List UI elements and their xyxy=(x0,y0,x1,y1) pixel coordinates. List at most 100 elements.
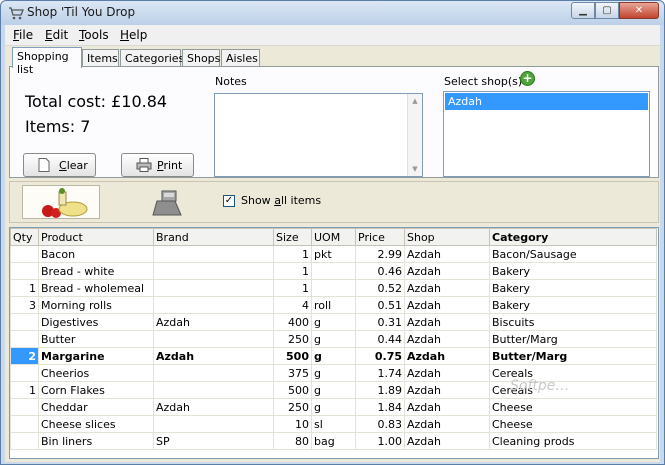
table-cell-price[interactable]: 0.31 xyxy=(355,313,405,331)
table-cell-category[interactable]: Bakery xyxy=(489,262,657,280)
table-cell-price[interactable]: 0.46 xyxy=(355,262,405,280)
table-cell-shop[interactable]: Azdah xyxy=(404,296,490,314)
table-cell-product[interactable]: Cheerios xyxy=(38,364,154,382)
table-cell-shop[interactable]: Azdah xyxy=(404,415,490,433)
table-row[interactable]: Bacon 1 pkt 2.99 Azdah Bacon/Sausage xyxy=(10,245,657,263)
table-cell-qty[interactable]: 3 xyxy=(10,296,39,314)
table-cell-uom[interactable]: g xyxy=(311,330,356,348)
add-shop-plus-icon[interactable]: + xyxy=(520,71,535,86)
table-cell-qty[interactable] xyxy=(10,415,39,433)
table-cell-size[interactable]: 400 xyxy=(273,313,312,331)
table-cell-brand[interactable] xyxy=(153,330,274,348)
table-cell-qty[interactable] xyxy=(10,330,39,348)
table-cell-uom[interactable]: g xyxy=(311,313,356,331)
table-cell-category[interactable]: Cheese xyxy=(489,398,657,416)
table-cell-brand[interactable] xyxy=(153,364,274,382)
table-cell-product[interactable]: Morning rolls xyxy=(38,296,154,314)
table-cell-category[interactable]: Bakery xyxy=(489,296,657,314)
table-cell-price[interactable]: 1.89 xyxy=(355,381,405,399)
table-cell-product[interactable]: Butter xyxy=(38,330,154,348)
table-cell-category[interactable]: Cheese xyxy=(489,415,657,433)
table-cell-uom[interactable]: bag xyxy=(311,432,356,450)
col-brand[interactable]: Brand xyxy=(153,228,274,246)
show-all-checkbox[interactable]: ✓ xyxy=(223,195,235,207)
table-cell-qty[interactable] xyxy=(10,398,39,416)
table-cell-size[interactable]: 500 xyxy=(273,381,312,399)
table-cell-qty[interactable] xyxy=(10,313,39,331)
table-cell-size[interactable]: 4 xyxy=(273,296,312,314)
shop-list-item[interactable]: Azdah xyxy=(445,93,648,110)
table-cell-product[interactable]: Cheese slices xyxy=(38,415,154,433)
tab-items[interactable]: Items xyxy=(82,49,119,67)
table-cell-qty[interactable]: 2 xyxy=(10,347,39,365)
table-cell-product[interactable]: Bacon xyxy=(38,245,154,263)
table-row[interactable]: Digestives Azdah 400 g 0.31 Azdah Biscuits xyxy=(10,313,657,331)
clear-button[interactable]: Clear xyxy=(23,153,96,177)
table-cell-qty[interactable] xyxy=(10,245,39,263)
table-cell-size[interactable]: 500 xyxy=(273,347,312,365)
table-cell-qty[interactable] xyxy=(10,432,39,450)
col-uom[interactable]: UOM xyxy=(311,228,356,246)
table-cell-shop[interactable]: Azdah xyxy=(404,381,490,399)
table-cell-brand[interactable] xyxy=(153,381,274,399)
scroll-up-arrow-icon[interactable]: ▲ xyxy=(408,94,422,108)
table-row[interactable]: 1 Bread - wholemeal 1 0.52 Azdah Bakery xyxy=(10,279,657,297)
table-cell-uom[interactable]: roll xyxy=(311,296,356,314)
table-cell-size[interactable]: 250 xyxy=(273,330,312,348)
table-cell-shop[interactable]: Azdah xyxy=(404,262,490,280)
table-cell-product[interactable]: Cheddar xyxy=(38,398,154,416)
table-cell-uom[interactable] xyxy=(311,262,356,280)
col-category[interactable]: Category xyxy=(489,228,657,246)
menu-tools[interactable]: Tools xyxy=(79,28,109,42)
close-button[interactable]: ✕ xyxy=(619,2,659,19)
col-qty[interactable]: Qty xyxy=(10,228,39,246)
col-product[interactable]: Product xyxy=(38,228,154,246)
table-cell-price[interactable]: 0.83 xyxy=(355,415,405,433)
table-row[interactable]: Bin liners SP 80 bag 1.00 Azdah Cleaning prods xyxy=(10,432,657,450)
menu-edit[interactable]: Edit xyxy=(45,28,68,42)
checkout-view-button[interactable] xyxy=(128,185,206,219)
table-cell-brand[interactable] xyxy=(153,245,274,263)
table-cell-size[interactable]: 1 xyxy=(273,245,312,263)
table-cell-size[interactable]: 1 xyxy=(273,279,312,297)
table-cell-brand[interactable] xyxy=(153,262,274,280)
table-row[interactable]: Cheese slices 10 sl 0.83 Azdah Cheese xyxy=(10,415,657,433)
table-cell-product[interactable]: Digestives xyxy=(38,313,154,331)
maximize-button[interactable]: ▢ xyxy=(595,2,619,19)
table-cell-price[interactable]: 1.74 xyxy=(355,364,405,382)
table-cell-brand[interactable]: Azdah xyxy=(153,398,274,416)
table-cell-price[interactable]: 0.52 xyxy=(355,279,405,297)
table-cell-qty[interactable]: 1 xyxy=(10,381,39,399)
table-cell-product[interactable]: Bread - wholemeal xyxy=(38,279,154,297)
table-cell-brand[interactable] xyxy=(153,415,274,433)
table-cell-price[interactable]: 0.51 xyxy=(355,296,405,314)
table-cell-price[interactable]: 0.75 xyxy=(355,347,405,365)
table-cell-qty[interactable] xyxy=(10,262,39,280)
table-cell-category[interactable]: Butter/Marg xyxy=(489,330,657,348)
table-cell-size[interactable]: 1 xyxy=(273,262,312,280)
table-cell-category[interactable]: Bakery xyxy=(489,279,657,297)
tab-aisles[interactable]: Aisles xyxy=(221,49,260,67)
title-bar[interactable]: Shop 'Til You Drop ▁ ▢ ✕ xyxy=(1,1,664,25)
table-cell-shop[interactable]: Azdah xyxy=(404,432,490,450)
table-cell-size[interactable]: 10 xyxy=(273,415,312,433)
table-cell-uom[interactable]: pkt xyxy=(311,245,356,263)
table-cell-shop[interactable]: Azdah xyxy=(404,330,490,348)
list-view-button[interactable] xyxy=(22,185,100,219)
table-cell-price[interactable]: 2.99 xyxy=(355,245,405,263)
table-cell-price[interactable]: 0.44 xyxy=(355,330,405,348)
table-cell-product[interactable]: Bread - white xyxy=(38,262,154,280)
table-row[interactable]: Bread - white 1 0.46 Azdah Bakery xyxy=(10,262,657,280)
minimize-button[interactable]: ▁ xyxy=(571,2,595,19)
col-shop[interactable]: Shop xyxy=(404,228,490,246)
tab-shopping-list[interactable]: Shopping list xyxy=(12,47,82,76)
table-cell-product[interactable]: Corn Flakes xyxy=(38,381,154,399)
table-cell-uom[interactable]: g xyxy=(311,347,356,365)
table-cell-shop[interactable]: Azdah xyxy=(404,313,490,331)
notes-scrollbar[interactable]: ▲ ▼ xyxy=(407,94,422,176)
table-cell-brand[interactable]: Azdah xyxy=(153,313,274,331)
table-cell-category[interactable]: Butter/Marg xyxy=(489,347,657,365)
table-cell-brand[interactable]: SP xyxy=(153,432,274,450)
table-cell-brand[interactable]: Azdah xyxy=(153,347,274,365)
print-button[interactable]: Print xyxy=(121,153,194,177)
